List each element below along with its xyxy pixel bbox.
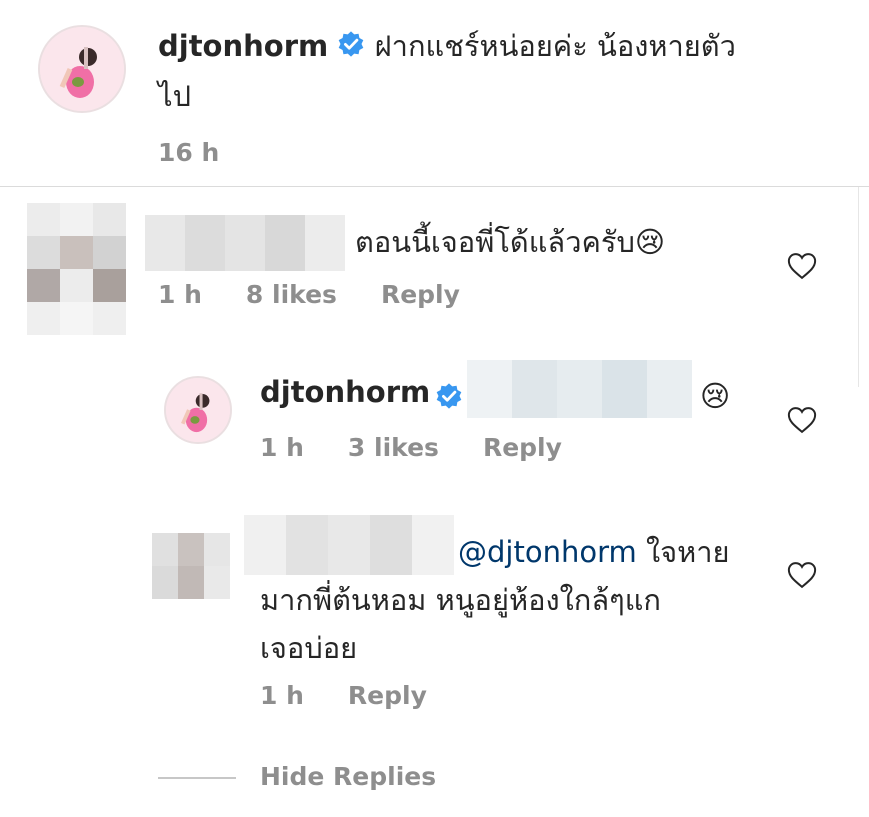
crying-face-icon: 😢 <box>700 379 731 413</box>
crying-face-icon: 😢 <box>634 225 666 259</box>
reply-time: 1 h <box>260 681 304 710</box>
username-blurred[interactable] <box>145 215 345 271</box>
caption-text: ฝากแชร์หน่อยค่ะ น้องหายตัว <box>374 29 736 63</box>
heart-icon[interactable] <box>787 406 817 434</box>
reply-text: มากพี่ต้นหอม หนูอยู่ห้องใกล้ๆแก เจอบ่อย <box>260 583 661 665</box>
mention-link[interactable]: @djtonhorm <box>458 535 637 569</box>
caption-text-continued: ไป <box>158 79 191 113</box>
avatar-image <box>40 27 124 111</box>
heart-icon[interactable] <box>787 252 817 280</box>
caption-time: 16 h <box>158 138 220 167</box>
reply-time: 1 h <box>260 433 304 462</box>
avatar-blurred[interactable] <box>152 533 230 599</box>
comment-text: ตอนนี้เจอพี่โด้แล้วครับ😢 <box>355 225 666 259</box>
avatar-image <box>166 378 230 442</box>
caption: djtonhorm ฝากแชร์หน่อยค่ะ น้องหายตัว ไป … <box>158 22 838 167</box>
caption-username[interactable]: djtonhorm <box>158 29 328 63</box>
verified-badge-icon <box>435 382 463 414</box>
verified-badge-icon <box>337 24 365 72</box>
hide-replies-line <box>158 777 236 779</box>
reply-button[interactable]: Reply <box>483 433 562 462</box>
avatar[interactable] <box>164 376 232 444</box>
hide-replies-button[interactable]: Hide Replies <box>260 762 436 791</box>
reply-username[interactable]: djtonhorm <box>260 375 430 409</box>
reply-button[interactable]: Reply <box>381 280 460 309</box>
avatar[interactable] <box>38 25 126 113</box>
reply-meta: 1 h Reply <box>260 681 471 710</box>
heart-icon[interactable] <box>787 561 817 589</box>
avatar-blurred[interactable] <box>27 203 126 335</box>
reply-text-blurred <box>467 360 692 418</box>
reply-likes[interactable]: 3 likes <box>348 433 439 462</box>
comment-time: 1 h <box>158 280 202 309</box>
comment-meta: 1 h 8 likes Reply <box>158 280 504 309</box>
reply-header: djtonhorm <box>260 375 463 414</box>
reply-text-line1: @djtonhorm ใจหาย <box>458 535 730 569</box>
scrollbar-track[interactable] <box>858 187 859 387</box>
divider <box>0 186 869 187</box>
reply-meta: 1 h 3 likes Reply <box>260 433 606 462</box>
username-blurred[interactable] <box>244 515 454 575</box>
comment-likes[interactable]: 8 likes <box>246 280 337 309</box>
reply-button[interactable]: Reply <box>348 681 427 710</box>
